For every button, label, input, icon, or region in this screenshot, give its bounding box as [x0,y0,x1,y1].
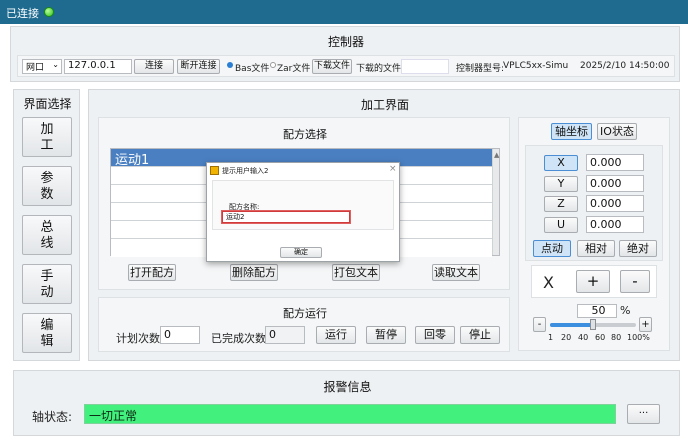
connect-button[interactable]: 连接 [134,59,174,74]
run-button[interactable]: 运行 [316,326,356,344]
nav-process-button[interactable]: 加 工 [22,117,72,157]
mode-jog-button[interactable]: 点动 [533,240,571,257]
tick-label: 60 [595,333,606,342]
tick-label: 40 [578,333,589,342]
mode-absolute-button[interactable]: 绝对 [619,240,657,257]
close-icon[interactable]: × [389,164,397,174]
tick-label: 100% [627,333,650,342]
status-bar: 已连接 [0,0,688,24]
chevron-down-icon: ⌄ [52,60,59,69]
model-value: VPLC5xx-Simu [503,61,569,71]
tick-label: 80 [611,333,622,342]
dialog-title: 提示用户输入2 [222,167,269,175]
nav-bus-button[interactable]: 总 线 [22,215,72,255]
axis-x-button[interactable]: X [544,155,578,171]
tab-io-status[interactable]: IO状态 [597,123,637,140]
bas-file-label[interactable]: Bas文件 [235,61,269,74]
stop-button[interactable]: 停止 [460,326,500,344]
done-count-label: 已完成次数 [211,332,266,345]
speed-minus-button[interactable]: - [533,317,546,332]
app-icon [210,166,219,175]
axis-u-value: 0.000 [586,216,644,233]
nav-params-button[interactable]: 参 数 [22,166,72,206]
ip-input[interactable]: 127.0.0.1 [64,59,132,74]
scroll-up-icon[interactable]: ▲ [494,151,499,159]
more-button[interactable]: ··· [627,404,660,424]
bas-radio-icon[interactable] [227,62,233,68]
recipe-name-input[interactable]: 运动2 [222,211,350,223]
list-scrollbar[interactable]: ▲ [492,149,499,255]
axis-y-button[interactable]: Y [544,176,578,192]
alarm-panel: 报警信息 [13,370,680,436]
mode-relative-button[interactable]: 相对 [577,240,615,257]
zar-file-label[interactable]: Zar文件 [277,61,310,74]
tick-label: 20 [561,333,572,342]
model-label: 控制器型号: [456,64,505,74]
main-title: 加工界面 [360,98,409,112]
axis-x-value: 0.000 [586,154,644,171]
axis-y-value: 0.000 [586,175,644,192]
nav-title: 界面选择 [23,97,72,111]
downloaded-file-value [401,59,449,74]
read-text-button[interactable]: 读取文本 [432,264,480,281]
controller-title: 控制器 [327,35,364,49]
home-button[interactable]: 回零 [415,326,455,344]
axis-z-value: 0.000 [586,195,644,212]
zar-radio-icon[interactable] [270,62,276,68]
pause-button[interactable]: 暂停 [366,326,406,344]
speed-unit: % [620,304,631,317]
plan-count-label: 计划次数 [116,332,160,345]
dialog-ok-button[interactable]: 确定 [280,247,322,258]
speed-value[interactable]: 50 [577,304,617,318]
axis-u-button[interactable]: U [544,217,578,233]
speed-plus-button[interactable]: + [639,317,652,332]
tab-axis-coord[interactable]: 轴坐标 [551,123,592,140]
alarm-title: 报警信息 [323,380,372,394]
axis-status-label: 轴状态: [32,410,73,424]
disconnect-button[interactable]: 断开连接 [177,59,220,74]
pack-text-button[interactable]: 打包文本 [332,264,380,281]
speed-slider-thumb[interactable] [590,319,596,330]
axis-status-value: 一切正常 [84,404,616,424]
plan-count-input[interactable]: 0 [160,326,200,344]
tick-label: 1 [548,333,554,342]
jog-minus-button[interactable]: - [620,270,650,293]
recipe-run-title: 配方运行 [283,307,327,320]
axis-z-button[interactable]: Z [544,196,578,212]
downloaded-file-label: 下载的文件: [356,64,405,74]
port-type-select[interactable]: 网口 ⌄ [22,59,62,74]
download-file-button[interactable]: 下载文件 [312,59,352,74]
nav-manual-button[interactable]: 手 动 [22,264,72,304]
input-dialog: 提示用户输入2 × 配方名称: 运动2 确定 [206,162,400,262]
open-recipe-button[interactable]: 打开配方 [128,264,176,281]
done-count-value: 0 [265,326,305,344]
delete-recipe-button[interactable]: 删除配方 [230,264,278,281]
connection-led-icon [44,7,54,17]
speed-slider-fill [550,323,593,327]
port-type-value: 网口 [26,63,45,73]
jog-plus-button[interactable]: + [576,270,610,293]
connection-status: 已连接 [6,7,39,20]
datetime: 2025/2/10 14:50:00 [580,61,670,71]
jog-axis-label: X [543,273,554,292]
recipe-select-title: 配方选择 [283,128,327,141]
nav-edit-button[interactable]: 编 辑 [22,313,72,353]
